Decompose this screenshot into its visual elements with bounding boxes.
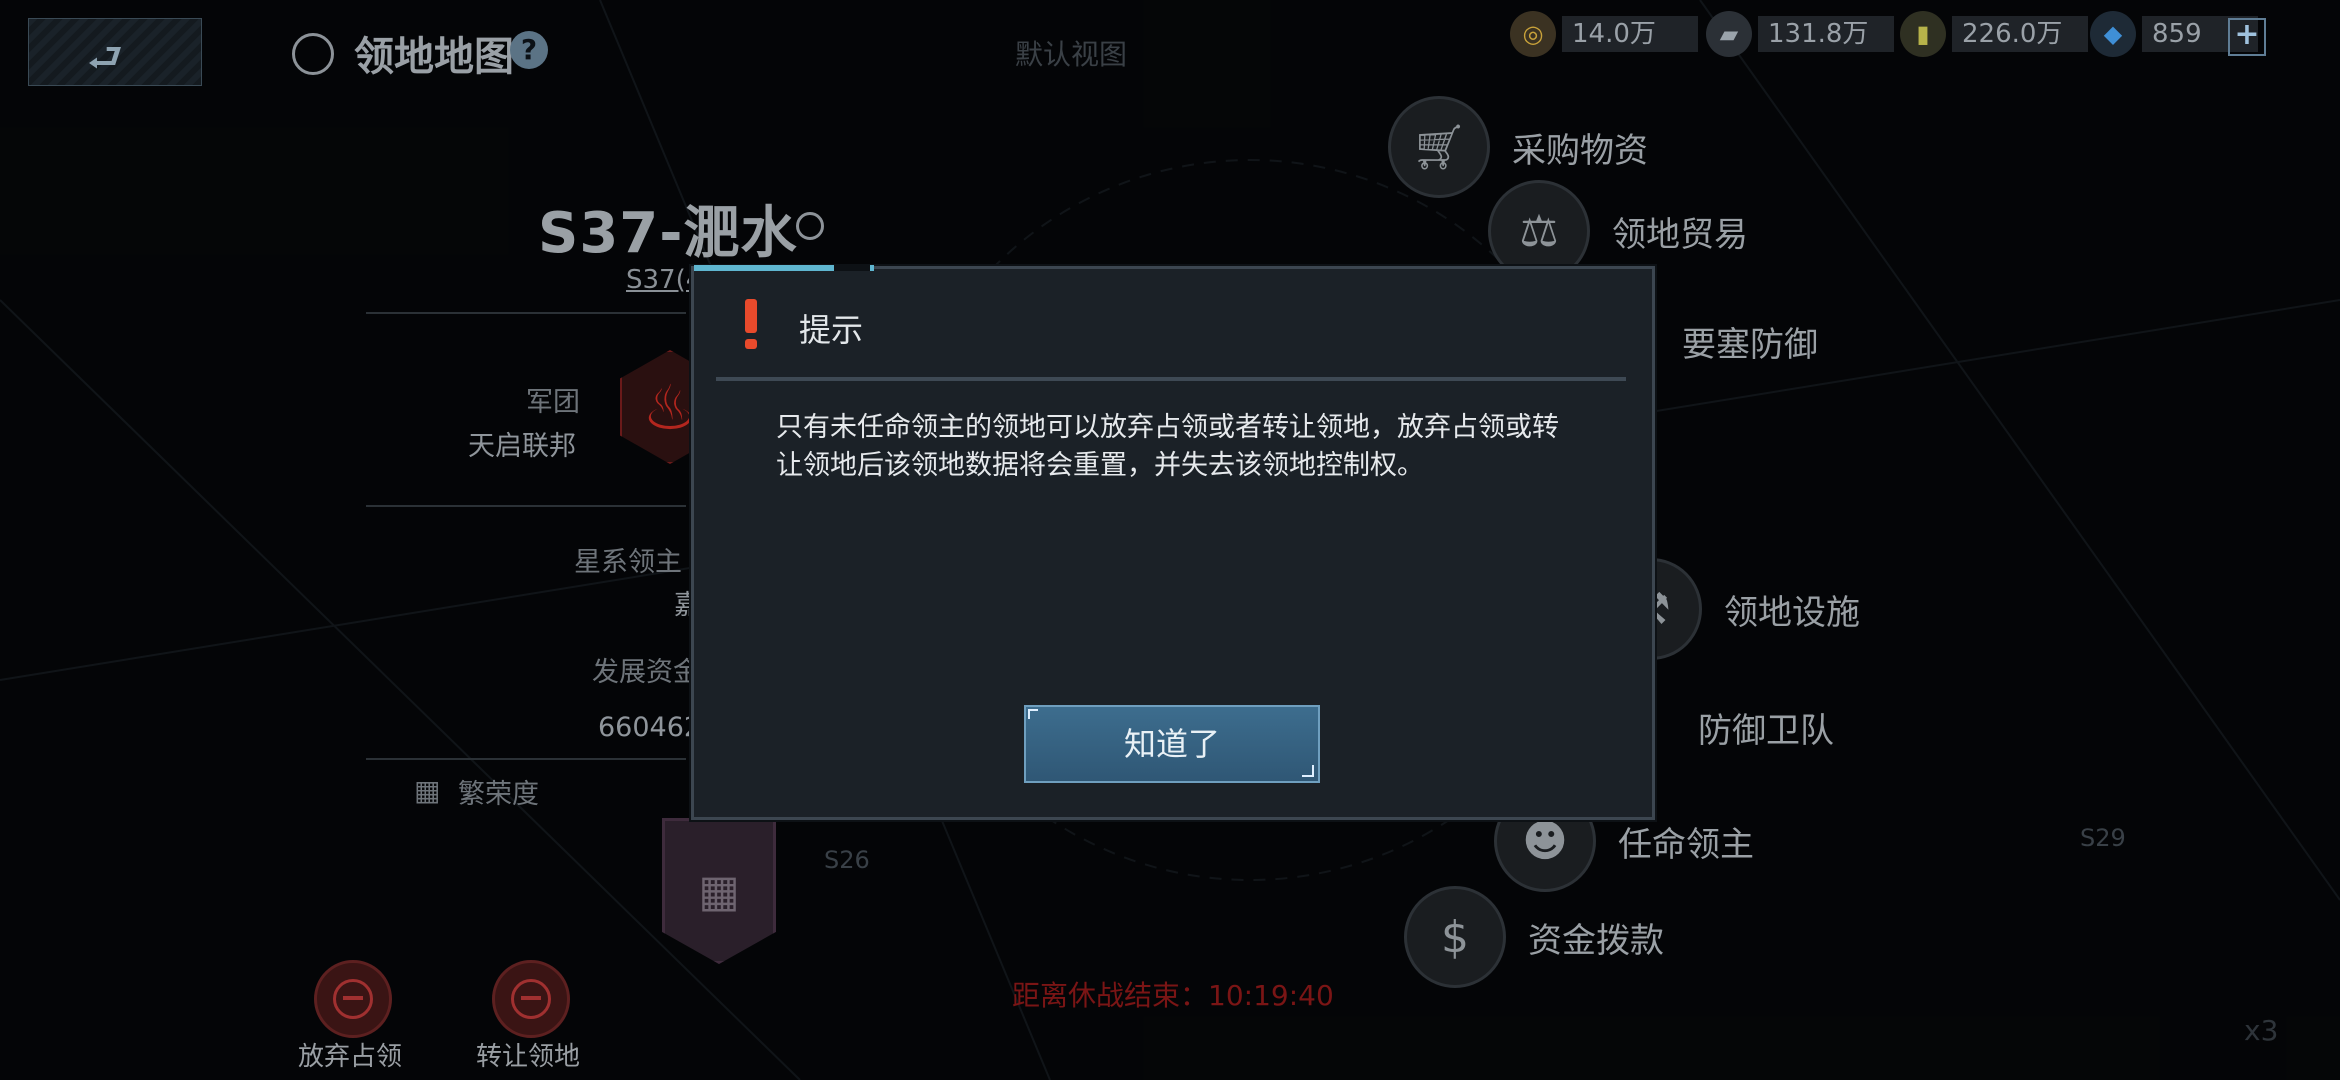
funds-label: 发展资金 <box>592 657 700 688</box>
coin-icon: ◎ <box>1510 11 1556 57</box>
prosperity-label: 繁荣度 <box>458 779 539 810</box>
dialog-title: 提示 <box>799 311 864 349</box>
funds-icon: $ <box>1404 886 1506 988</box>
diamond-icon: ◆ <box>2090 11 2136 57</box>
legion-label: 军团 <box>526 387 580 418</box>
cart-icon: 🛒︎ <box>1388 96 1490 198</box>
territory-name: S37-淝水 <box>538 201 798 266</box>
grid-icon: ▦ <box>698 865 740 917</box>
territory-globe-icon <box>796 212 824 240</box>
transfer-label: 转让领地 <box>476 1042 581 1072</box>
minus-circle-icon <box>333 979 373 1019</box>
minus-circle-icon <box>511 979 551 1019</box>
divider <box>366 758 686 760</box>
confirm-label: 知道了 <box>1123 725 1220 763</box>
resource-ingot: ▰ 131.8万 <box>1706 11 1894 57</box>
abandon-label: 放弃占领 <box>298 1042 403 1072</box>
dialog-accent-gap <box>834 265 870 271</box>
warning-icon <box>742 299 760 349</box>
map-node-s29: S29 <box>2080 824 2126 852</box>
globe-icon <box>292 33 334 75</box>
help-icon[interactable]: ? <box>510 31 548 69</box>
back-arrow-icon: ⮐ <box>87 35 123 81</box>
dialog-divider <box>716 377 1626 381</box>
resource-energy: ▮ 226.0万 <box>1900 11 2088 57</box>
confirm-button[interactable]: 知道了 <box>1024 705 1320 783</box>
alert-dialog: 提示 只有未任命领主的领地可以放弃占领或者转让领地，放弃占领或转让领地后该领地数… <box>691 265 1655 820</box>
back-button[interactable]: ⮐ <box>28 18 202 86</box>
zoom-level: x3 <box>2244 1014 2279 1047</box>
dialog-message: 只有未任命领主的领地可以放弃占领或者转让领地，放弃占领或转让领地后该领地数据将会… <box>776 412 1559 481</box>
lord-label: 星系领主 <box>574 547 682 578</box>
divider <box>366 505 686 507</box>
flame-icon: ♨ <box>642 370 698 444</box>
prosperity-icon: ▦ <box>414 774 441 807</box>
truce-timer: 距离休战结束：10:19:40 <box>1012 979 1334 1012</box>
add-diamond-button[interactable]: + <box>2228 18 2266 56</box>
divider <box>366 312 686 314</box>
legion-value: 天启联邦 <box>468 431 576 462</box>
center-view-tab[interactable]: 默认视图 <box>1015 33 1127 73</box>
corner-mark <box>1028 709 1038 719</box>
abandon-button[interactable] <box>314 960 392 1038</box>
menu-funds[interactable]: $ 资金拨款 <box>1404 886 1664 988</box>
corner-mark <box>1302 765 1314 777</box>
page-title: 领地地图 <box>354 34 514 80</box>
funds-value: 660462 <box>598 712 702 743</box>
ingot-icon: ▰ <box>1706 11 1752 57</box>
resource-coin: ◎ 14.0万 <box>1510 11 1698 57</box>
transfer-button[interactable] <box>492 960 570 1038</box>
energy-icon: ▮ <box>1900 11 1946 57</box>
map-node-label: S26 <box>824 846 870 874</box>
